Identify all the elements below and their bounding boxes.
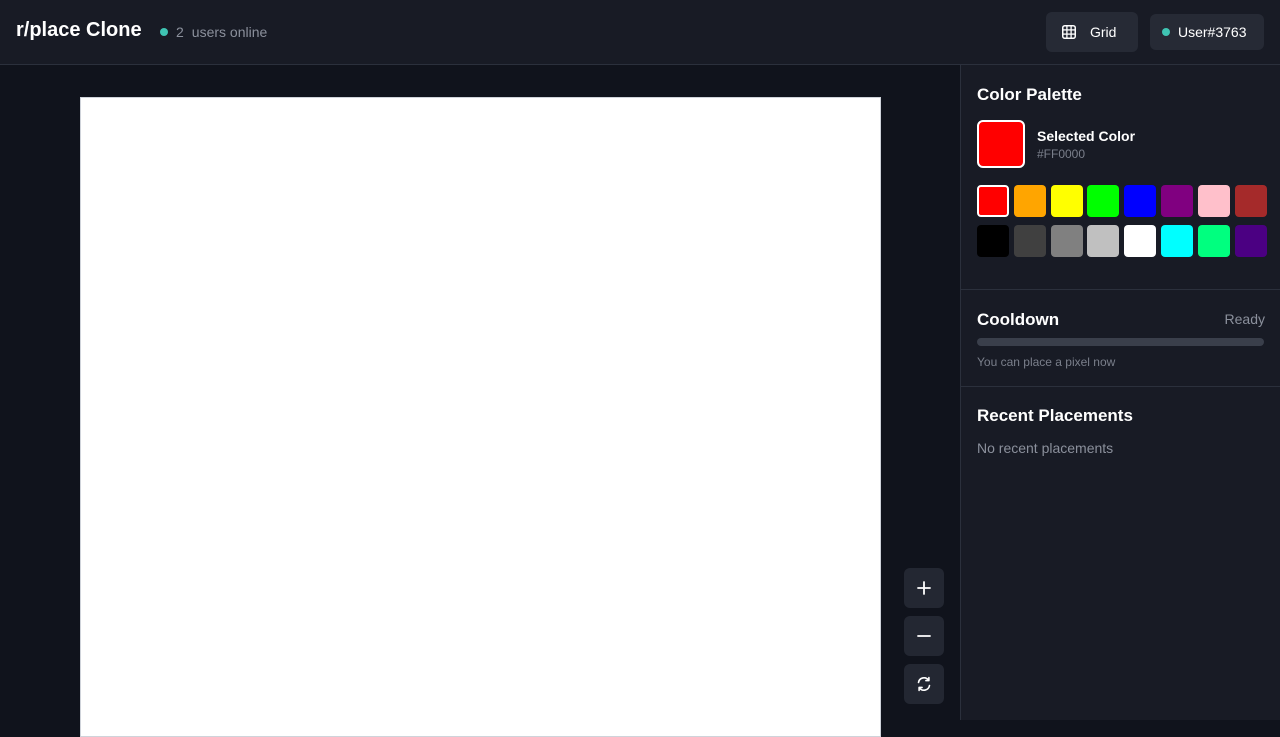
color-swatch[interactable] (1161, 185, 1193, 217)
reset-view-button[interactable] (904, 664, 944, 704)
user-status-icon (1162, 28, 1170, 36)
color-swatch[interactable] (1013, 185, 1046, 217)
grid-icon (1062, 25, 1076, 39)
palette-title: Color Palette (977, 85, 1082, 104)
plus-icon (917, 581, 931, 595)
user-badge[interactable]: User#3763 (1150, 14, 1264, 50)
grid-button-label: Grid (1090, 24, 1117, 40)
color-swatch[interactable] (1234, 185, 1267, 217)
grid-toggle-button[interactable]: Grid (1046, 12, 1138, 52)
color-swatch[interactable] (977, 225, 1009, 257)
selected-color-label: Selected Color (1037, 128, 1136, 144)
color-swatch[interactable] (1087, 185, 1120, 217)
color-swatch[interactable] (977, 185, 1009, 217)
color-swatch[interactable] (1050, 185, 1083, 217)
color-swatch[interactable] (1013, 225, 1046, 257)
color-palette-section: Color Palette Selected Color #FF0000 (961, 65, 1280, 290)
minus-icon (917, 635, 931, 637)
sidebar: Color Palette Selected Color #FF0000 Coo… (960, 65, 1280, 720)
online-label: users online (191, 24, 268, 40)
online-count: 2 (176, 24, 184, 40)
selected-color-hex: #FF0000 (1037, 147, 1086, 161)
app-title: r/place Clone (16, 19, 142, 41)
color-swatch[interactable] (1050, 225, 1083, 257)
selected-color-swatch (977, 120, 1025, 168)
cooldown-title: Cooldown (977, 310, 1060, 329)
cooldown-progress-bar (977, 338, 1264, 346)
online-indicator-icon (160, 28, 168, 36)
recent-placements-title: Recent Placements (977, 406, 1133, 425)
canvas-area (0, 65, 960, 737)
recent-placements-empty: No recent placements (977, 440, 1114, 456)
cooldown-section: Cooldown Ready You can place a pixel now (961, 290, 1280, 387)
cooldown-message: You can place a pixel now (977, 355, 1116, 369)
zoom-in-button[interactable] (904, 568, 944, 608)
refresh-icon (917, 676, 931, 692)
pixel-canvas[interactable] (80, 97, 881, 737)
color-swatch[interactable] (1197, 185, 1230, 217)
color-swatch[interactable] (1124, 185, 1157, 217)
top-bar: r/place Clone 2 users online Grid User#3… (0, 0, 1280, 65)
zoom-out-button[interactable] (904, 616, 944, 656)
color-swatch[interactable] (1161, 225, 1193, 257)
color-swatch[interactable] (1087, 225, 1120, 257)
cooldown-status: Ready (1224, 311, 1265, 327)
color-swatch[interactable] (1124, 225, 1157, 257)
color-swatch[interactable] (1234, 225, 1267, 257)
user-name: User#3763 (1178, 24, 1247, 40)
online-status: 2 users online (160, 24, 267, 40)
color-swatch[interactable] (1197, 225, 1230, 257)
